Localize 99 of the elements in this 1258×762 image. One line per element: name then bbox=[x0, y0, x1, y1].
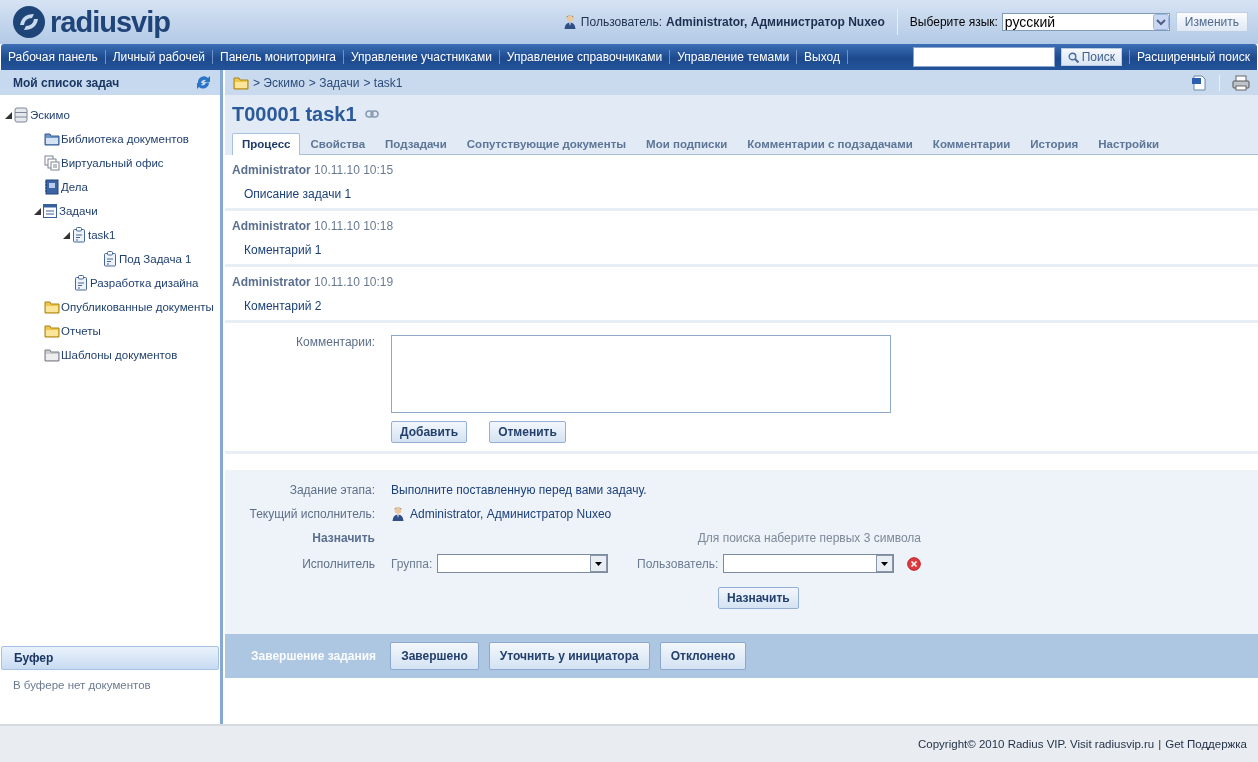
cancel-button[interactable]: Отменить bbox=[489, 421, 566, 443]
tab[interactable]: Комментарии bbox=[922, 133, 1021, 155]
dropdown-icon bbox=[1152, 14, 1169, 30]
field-label: Задание этапа: bbox=[288, 483, 375, 497]
tree-item[interactable]: Задачи bbox=[59, 205, 98, 217]
action-bar-label: Завершение задания bbox=[251, 649, 377, 663]
field-label: Комментарии: bbox=[295, 335, 375, 351]
clipboard-icon bbox=[71, 227, 87, 243]
tab[interactable]: Настройки bbox=[1088, 133, 1169, 155]
add-button[interactable]: Добавить bbox=[391, 421, 468, 443]
task-title: T00001 task1 bbox=[232, 102, 357, 126]
change-button[interactable]: Изменить bbox=[1175, 12, 1248, 32]
section-heading: Назначить bbox=[311, 531, 375, 545]
nav-link[interactable]: Рабочая панель bbox=[1, 50, 105, 64]
tree-item[interactable]: Опубликованные документы bbox=[61, 301, 214, 313]
clear-icon[interactable] bbox=[907, 556, 921, 571]
tree-item[interactable]: Под Задача 1 bbox=[119, 253, 192, 265]
comment-author: Administrator bbox=[232, 275, 311, 289]
nav-link[interactable]: Управление участниками bbox=[343, 50, 499, 64]
tab[interactable]: Сопутствующие документы bbox=[456, 133, 637, 155]
advanced-search-link[interactable]: Расширенный поиск bbox=[1130, 50, 1257, 64]
search-button[interactable]: Поиск bbox=[1060, 48, 1122, 66]
search-icon bbox=[1067, 51, 1079, 63]
comment-time: 10.11.10 10:15 bbox=[314, 163, 394, 177]
print-icon[interactable] bbox=[1232, 74, 1250, 91]
nav-link[interactable]: Выход bbox=[797, 50, 847, 64]
action-button[interactable]: Отклонено bbox=[659, 642, 747, 670]
dropdown-icon bbox=[876, 555, 893, 572]
comment-author: Administrator bbox=[232, 219, 311, 233]
tree-item[interactable]: Библиотека документов bbox=[61, 133, 189, 145]
search-hint: Для поиска наберите первых 3 символа bbox=[696, 531, 921, 545]
field-label: Текущий исполнитель: bbox=[248, 507, 375, 521]
assign-button[interactable]: Назначить bbox=[718, 587, 799, 609]
link-icon[interactable] bbox=[364, 110, 379, 118]
expanded-icon[interactable] bbox=[62, 230, 71, 240]
language-select[interactable]: русский bbox=[1001, 13, 1170, 31]
tree-item[interactable]: task1 bbox=[88, 229, 116, 241]
user-name: Administrator, Администратор Nuxeo bbox=[666, 15, 885, 29]
comment-text: Коментарий 1 bbox=[244, 243, 323, 257]
nav-link[interactable]: Управление темами bbox=[670, 50, 797, 64]
search-field[interactable] bbox=[912, 47, 1055, 67]
comment-text: Описание задачи 1 bbox=[244, 187, 353, 201]
tree-item[interactable]: Разработка дизайна bbox=[90, 277, 199, 289]
field-label: Группа: bbox=[391, 556, 433, 571]
tab[interactable]: История bbox=[1020, 133, 1089, 155]
stage-text: Выполните поставленную перед вами задачу. bbox=[391, 483, 648, 497]
panel-title: Мой список задач bbox=[13, 75, 120, 90]
tab[interactable]: Комментарии с подзадачами bbox=[737, 133, 923, 155]
breadcrumb-link[interactable]: > Задачи bbox=[308, 75, 360, 90]
separator-text: | bbox=[1158, 738, 1162, 750]
clipboard-icon bbox=[102, 251, 118, 267]
field-label: Пользователь: bbox=[637, 556, 719, 571]
nav-link[interactable]: Панель мониторинга bbox=[213, 50, 343, 64]
action-button[interactable]: Уточнить у инициатора bbox=[488, 642, 650, 670]
database-icon bbox=[13, 107, 29, 123]
tab[interactable]: Подзадачи bbox=[375, 133, 457, 155]
comment-author: Administrator bbox=[232, 163, 311, 177]
breadcrumb-link[interactable]: > task1 bbox=[363, 75, 403, 90]
dropdown-icon bbox=[590, 555, 608, 572]
comment-time: 10.11.10 10:19 bbox=[314, 275, 394, 289]
folder-icon bbox=[44, 299, 60, 315]
user-icon bbox=[562, 14, 577, 30]
user-label: Пользователь: bbox=[580, 15, 663, 29]
tree-item[interactable]: Шаблоны документов bbox=[61, 349, 178, 361]
tab[interactable]: Процесс bbox=[232, 133, 301, 155]
language-label: Выберите язык: bbox=[909, 15, 998, 29]
support-link[interactable]: Get Поддержка bbox=[1165, 738, 1247, 750]
comment-time: 10.11.10 10:18 bbox=[314, 219, 394, 233]
copyright-text: Copyright© 2010 Radius VIP. Visit radiusvip.ru bbox=[918, 738, 1155, 750]
tree-item[interactable]: Эскимо bbox=[30, 109, 70, 121]
action-button[interactable]: Завершено bbox=[390, 642, 479, 670]
refresh-icon[interactable] bbox=[195, 74, 212, 91]
tree-item[interactable]: Дела bbox=[61, 181, 88, 193]
user-link[interactable]: Administrator, Администратор Nuxeo bbox=[410, 507, 612, 521]
tree-item[interactable]: Виртуальный офис bbox=[61, 157, 164, 169]
book-icon bbox=[44, 179, 60, 195]
tree-item[interactable]: Отчеты bbox=[61, 325, 101, 337]
folder-icon bbox=[44, 323, 60, 339]
list-icon bbox=[42, 203, 58, 219]
empty-message: В буфере нет документов bbox=[12, 678, 152, 693]
tab[interactable]: Свойства bbox=[300, 133, 376, 155]
field-label: Исполнитель bbox=[301, 556, 375, 571]
logo[interactable]: radiusvip bbox=[12, 5, 170, 39]
user-select[interactable] bbox=[723, 554, 894, 573]
nav-link[interactable]: Управление справочниками bbox=[499, 50, 670, 64]
folder-icon bbox=[233, 75, 249, 90]
logo-icon bbox=[12, 5, 46, 39]
user-icon bbox=[391, 506, 405, 522]
group-select[interactable] bbox=[437, 554, 609, 573]
breadcrumb-link[interactable]: > Эскимо bbox=[253, 75, 305, 90]
tab[interactable]: Мои подписки bbox=[636, 133, 738, 155]
folder-icon bbox=[44, 131, 60, 147]
comment-field[interactable] bbox=[391, 335, 891, 413]
clipboard-icon bbox=[73, 275, 89, 291]
folder-icon bbox=[44, 347, 60, 363]
panel-title: Буфер bbox=[14, 651, 54, 665]
pages-icon bbox=[44, 155, 60, 171]
comment-text: Коментарий 2 bbox=[244, 299, 323, 313]
nav-link[interactable]: Личный рабочей bbox=[105, 50, 213, 64]
